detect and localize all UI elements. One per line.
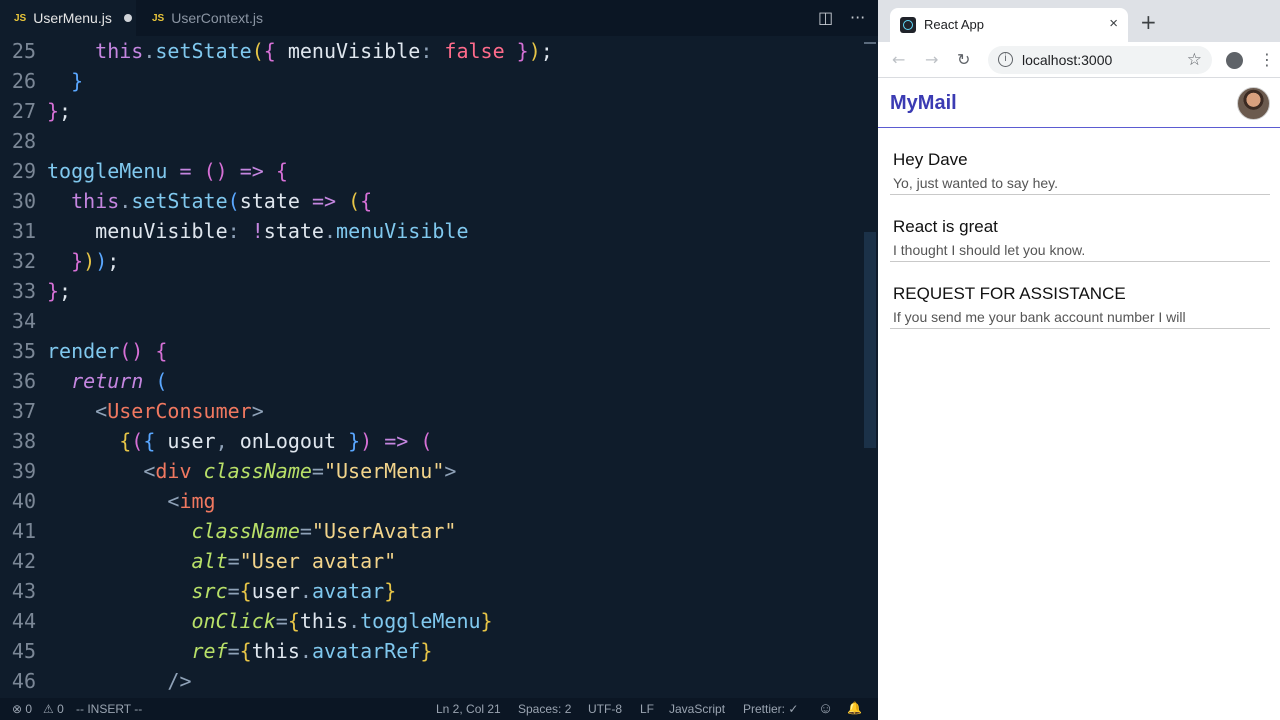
new-tab-icon[interactable]: + xyxy=(1140,12,1157,32)
cursor-position[interactable]: Ln 2, Col 21 xyxy=(436,702,501,716)
back-arrow-icon[interactable]: ← xyxy=(892,50,905,70)
line-number: 39 xyxy=(11,459,36,483)
unsaved-dot-icon[interactable] xyxy=(123,14,132,22)
line-number: 40 xyxy=(11,489,36,513)
code-line: alt="User avatar" xyxy=(191,549,397,573)
line-number: 30 xyxy=(11,189,36,213)
editor-tab-bar: JS UserMenu.js JS UserContext.js ◫ ··· xyxy=(0,0,878,36)
code-line: menuVisible: !state.menuVisible xyxy=(47,219,469,243)
status-bar: ⊗ 0 ⚠ 0 -- INSERT -- Ln 2, Col 21 Spaces… xyxy=(0,698,878,720)
close-tab-icon[interactable]: × xyxy=(1109,15,1118,32)
code-line: this.setState(state => ({ xyxy=(71,189,373,213)
line-number: 41 xyxy=(11,519,36,543)
line-number: 28 xyxy=(11,129,36,153)
tab-usercontext-js[interactable]: JS UserContext.js xyxy=(138,0,288,36)
vim-mode: -- INSERT -- xyxy=(76,702,143,716)
code-line: onClick={this.toggleMenu} xyxy=(191,609,493,633)
feedback-icon[interactable]: ☺ xyxy=(818,700,833,717)
code-line: /> xyxy=(167,669,192,693)
error-count[interactable]: ⊗ 0 xyxy=(12,702,32,716)
code-line: {({ user, onLogout }) => ( xyxy=(119,429,433,453)
line-number: 35 xyxy=(11,339,36,363)
profile-icon[interactable] xyxy=(1226,52,1243,69)
js-file-icon: JS xyxy=(152,12,165,24)
app-header: MyMail xyxy=(878,79,1280,128)
indentation[interactable]: Spaces: 2 xyxy=(518,702,571,716)
code-line: render() { xyxy=(47,339,168,363)
code-line: } xyxy=(71,69,84,93)
split-editor-icon[interactable]: ◫ xyxy=(818,8,833,28)
line-number: 44 xyxy=(11,609,36,633)
address-bar[interactable]: i localhost:3000 ☆ xyxy=(988,46,1212,74)
code-line: <div className="UserMenu"> xyxy=(143,459,457,483)
browser-tab[interactable]: React App × xyxy=(890,8,1128,42)
message-subject: React is great xyxy=(893,217,998,236)
code-line: className="UserAvatar" xyxy=(191,519,457,543)
line-number: 36 xyxy=(11,369,36,393)
browser-menu-icon[interactable]: ⋮ xyxy=(1259,50,1275,69)
line-number: 45 xyxy=(11,639,36,663)
notifications-bell-icon[interactable]: 🔔 xyxy=(847,701,862,715)
line-number: 33 xyxy=(11,279,36,303)
message-item[interactable]: React is great I thought I should let yo… xyxy=(890,195,1270,262)
editor-scrollbar[interactable] xyxy=(862,36,878,698)
scroll-marker xyxy=(864,42,876,44)
site-info-icon[interactable]: i xyxy=(998,52,1013,67)
code-line: })); xyxy=(71,249,120,273)
js-file-icon: JS xyxy=(14,12,27,24)
message-subject: REQUEST FOR ASSISTANCE xyxy=(893,284,1126,303)
reload-icon[interactable]: ↻ xyxy=(957,50,970,70)
line-number: 25 xyxy=(11,39,36,63)
line-number: 26 xyxy=(11,69,36,93)
code-line: src={user.avatar} xyxy=(191,579,397,603)
url-text[interactable]: localhost:3000 xyxy=(1022,52,1112,68)
browser-tab-title: React App xyxy=(924,17,984,32)
message-preview: I thought I should let you know. xyxy=(893,242,1086,258)
code-line: }; xyxy=(47,279,72,303)
tab-label: UserMenu.js xyxy=(33,10,112,26)
bookmark-star-icon[interactable]: ☆ xyxy=(1187,50,1202,70)
user-avatar[interactable] xyxy=(1237,87,1270,120)
more-actions-icon[interactable]: ··· xyxy=(850,8,865,28)
warning-count[interactable]: ⚠ 0 xyxy=(43,702,64,716)
line-number: 34 xyxy=(11,309,36,333)
message-item[interactable]: REQUEST FOR ASSISTANCE If you send me yo… xyxy=(890,262,1270,329)
message-preview: If you send me your bank account number … xyxy=(893,309,1186,325)
code-line: toggleMenu = () => { xyxy=(47,159,288,183)
code-line: this.setState({ menuVisible: false }); xyxy=(95,39,553,63)
code-line: }; xyxy=(47,99,72,123)
browser-tab-strip: React App × + xyxy=(878,0,1280,42)
code-line: <UserConsumer> xyxy=(95,399,264,423)
code-area[interactable]: 25 this.setState({ menuVisible: false })… xyxy=(0,36,862,698)
line-ending[interactable]: LF xyxy=(640,702,654,716)
forward-arrow-icon[interactable]: → xyxy=(925,50,938,70)
code-line: <img xyxy=(167,489,216,513)
line-number: 43 xyxy=(11,579,36,603)
line-number: 31 xyxy=(11,219,36,243)
message-subject: Hey Dave xyxy=(893,150,968,169)
message-preview: Yo, just wanted to say hey. xyxy=(893,175,1058,191)
app-brand: MyMail xyxy=(890,92,957,114)
prettier-status[interactable]: Prettier: ✓ xyxy=(743,702,798,716)
language-mode[interactable]: JavaScript xyxy=(669,702,725,716)
browser-toolbar: ← → ↻ i localhost:3000 ☆ ⋮ xyxy=(878,42,1280,78)
encoding[interactable]: UTF-8 xyxy=(588,702,622,716)
scroll-thumb[interactable] xyxy=(864,232,876,448)
code-line: ref={this.avatarRef} xyxy=(191,639,433,663)
message-item[interactable]: Hey Dave Yo, just wanted to say hey. xyxy=(890,128,1270,195)
line-number: 37 xyxy=(11,399,36,423)
code-editor: JS UserMenu.js JS UserContext.js ◫ ··· 2… xyxy=(0,0,878,720)
line-number: 42 xyxy=(11,549,36,573)
browser-window: React App × + ← → ↻ i localhost:3000 ☆ ⋮… xyxy=(878,0,1280,720)
line-number: 38 xyxy=(11,429,36,453)
line-number: 27 xyxy=(11,99,36,123)
tab-usermenu-js[interactable]: JS UserMenu.js xyxy=(0,0,136,36)
react-favicon-icon xyxy=(900,17,916,33)
line-number: 29 xyxy=(11,159,36,183)
line-number: 32 xyxy=(11,249,36,273)
tab-label: UserContext.js xyxy=(171,10,264,26)
line-number: 46 xyxy=(11,669,36,693)
code-line: return ( xyxy=(71,369,168,393)
